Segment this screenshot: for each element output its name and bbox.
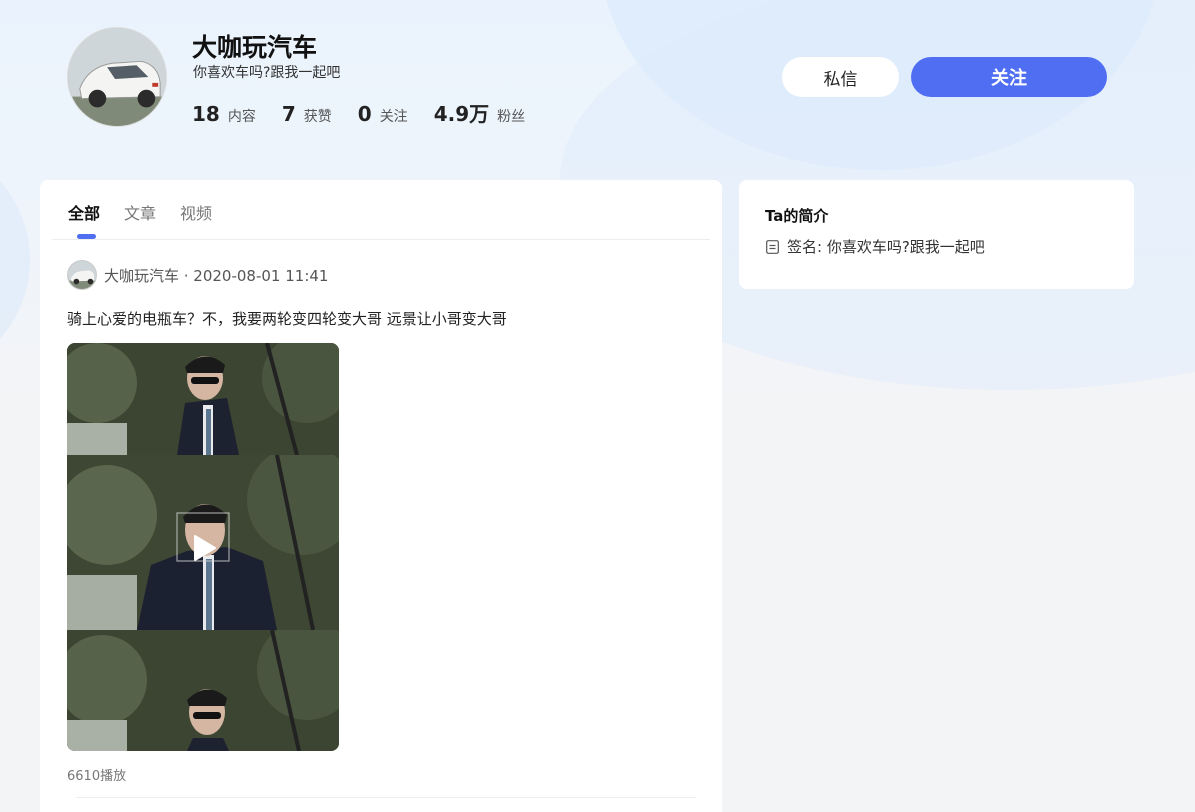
profile-stats: 18 内容 7 获赞 0 关注 4.9万 粉丝 [192, 98, 551, 127]
stat-following[interactable]: 0 关注 [358, 102, 408, 126]
post-header: 大咖玩汽车 · 2020-08-01 11:41 [67, 260, 328, 290]
play-icon[interactable] [186, 530, 222, 566]
tab-articles[interactable]: 文章 [124, 200, 156, 228]
video-frame [67, 630, 339, 751]
intro-card: Ta的简介 签名: 你喜欢车吗?跟我一起吧 [739, 180, 1134, 289]
stat-number: 0 [357, 102, 372, 126]
stat-likes: 7 获赞 [282, 102, 332, 126]
stat-label: 内容 [227, 109, 256, 125]
play-count: 6610播放 [67, 769, 127, 784]
profile-name: 大咖玩汽车 [192, 33, 318, 62]
content-tabs: 全部 文章 视频 [68, 200, 236, 228]
follow-button[interactable]: 关注 [911, 57, 1107, 97]
profile-bio: 你喜欢车吗?跟我一起吧 [193, 65, 341, 81]
document-icon [766, 239, 779, 254]
message-button[interactable]: 私信 [782, 57, 899, 97]
stat-label: 获赞 [303, 109, 332, 125]
stat-content[interactable]: 18 内容 [192, 102, 256, 126]
stat-label: 粉丝 [497, 109, 526, 125]
video-thumbnail[interactable] [67, 343, 339, 751]
divider [76, 797, 696, 798]
post-title[interactable]: 骑上心爱的电瓶车？不，我要两轮变四轮变大哥 远景让小哥变大哥 [67, 308, 507, 329]
content-card: 全部 文章 视频 大咖玩汽车 · 2020-08-01 11:41 骑上心爱的电… [40, 180, 722, 812]
stat-followers[interactable]: 4.9万 粉丝 [434, 98, 525, 127]
author-avatar[interactable] [67, 260, 97, 290]
intro-title: Ta的简介 [765, 207, 829, 225]
stat-number: 18 [192, 102, 220, 126]
stat-number: 7 [281, 102, 296, 126]
video-frame [67, 343, 339, 455]
signature-text: 签名: 你喜欢车吗?跟我一起吧 [787, 238, 985, 256]
tab-all[interactable]: 全部 [68, 200, 100, 228]
stat-number: 4.9万 [433, 102, 490, 126]
profile-avatar[interactable] [67, 27, 167, 127]
signature-line: 签名: 你喜欢车吗?跟我一起吧 [766, 236, 985, 257]
tab-videos[interactable]: 视频 [180, 200, 212, 228]
stat-label: 关注 [379, 109, 408, 125]
decor-circle [0, 130, 30, 390]
divider [52, 239, 710, 240]
post-meta: 大咖玩汽车 · 2020-08-01 11:41 [104, 266, 329, 285]
